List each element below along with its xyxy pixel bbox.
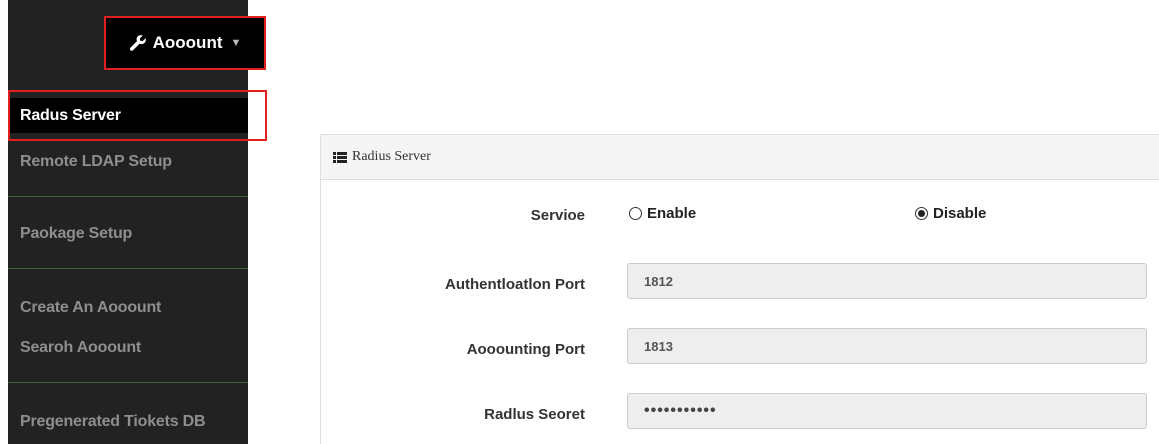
radius-secret-value: ••••••••••• (644, 402, 717, 419)
menu-item-label: Radus Server (20, 107, 121, 124)
menu-item-remote-ldap-setup[interactable]: Remote LDAP Setup (8, 150, 248, 174)
service-label: Servioe (530, 207, 585, 224)
acct-port-field[interactable]: 1813 (627, 328, 1147, 364)
menu-item-create-account[interactable]: Create An Aooount (8, 296, 248, 320)
wrench-icon (129, 34, 147, 52)
acct-port-value: 1813 (644, 338, 673, 354)
menu-item-label: Searoh Aooount (20, 339, 142, 356)
auth-port-field[interactable]: 1812 (627, 263, 1147, 299)
radio-checked-icon (915, 207, 928, 220)
radius-secret-field[interactable]: ••••••••••• (627, 393, 1147, 429)
account-dropdown-button[interactable]: Aooount ▼ (104, 16, 266, 70)
caret-down-icon: ▼ (230, 37, 242, 49)
panel-title: Radius Server (352, 149, 431, 164)
radio-unchecked-icon (629, 207, 642, 220)
menu-item-pregenerated-tickets-db[interactable]: Pregenerated Tiokets DB (8, 410, 248, 434)
menu-item-label: Create An Aooount (20, 299, 162, 316)
service-enable-radio[interactable]: Enable (629, 205, 696, 222)
menu-divider (8, 268, 248, 269)
auth-port-value: 1812 (644, 273, 673, 289)
menu-item-package-setup[interactable]: Paokage Setup (8, 222, 248, 246)
radius-server-panel: Radius Server Servioe Enable Disable Aut… (320, 134, 1159, 444)
panel-header: Radius Server (321, 135, 1159, 180)
menu-item-label: Pregenerated Tiokets DB (20, 413, 206, 430)
radio-label: Enable (647, 205, 697, 222)
auth-port-label: Authentloatlon Port (445, 276, 585, 293)
menu-divider (8, 196, 248, 197)
account-label: Aooount (152, 33, 223, 52)
menu-divider (8, 382, 248, 383)
acct-port-label: Aooounting Port (466, 341, 585, 358)
menu-item-radius-server[interactable]: Radus Server (8, 98, 248, 133)
radio-label: Disable (933, 205, 987, 222)
service-disable-radio[interactable]: Disable (915, 205, 986, 222)
menu-item-search-account[interactable]: Searoh Aooount (8, 336, 248, 360)
menu-item-label: Paokage Setup (20, 225, 133, 242)
list-icon (333, 151, 347, 163)
menu-item-label: Remote LDAP Setup (20, 153, 172, 170)
radius-secret-label: Radlus Seoret (484, 406, 585, 423)
